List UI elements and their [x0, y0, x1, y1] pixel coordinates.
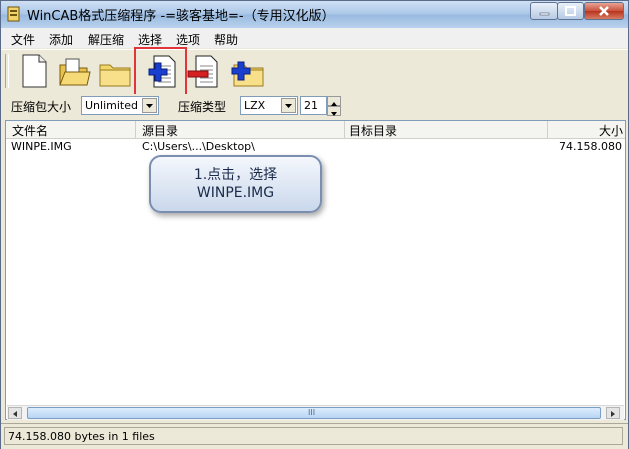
- toolbar: [1, 49, 628, 95]
- close-button[interactable]: [584, 2, 624, 20]
- menu-select[interactable]: 选择: [138, 31, 162, 48]
- compression-level-input[interactable]: 21: [300, 96, 327, 115]
- minimize-icon: [539, 12, 550, 16]
- extract-files-button[interactable]: [230, 53, 264, 89]
- menu-add[interactable]: 添加: [49, 31, 73, 48]
- compression-type-value: LZX: [244, 99, 266, 112]
- scroll-left-button[interactable]: [8, 407, 22, 419]
- scrollbar-grip: III: [308, 408, 316, 417]
- tutorial-callout: 1.点击，选择 WINPE.IMG: [149, 155, 322, 213]
- maximize-button[interactable]: [557, 2, 584, 20]
- arrow-down-icon: [331, 112, 337, 116]
- maximize-icon: [565, 6, 576, 16]
- compression-type-label: 压缩类型: [178, 100, 227, 114]
- chevron-down-icon: [146, 104, 153, 108]
- archive-size-label: 压缩包大小: [11, 100, 72, 114]
- row-size: 74.158.080: [559, 140, 622, 153]
- status-bar: 74.158.080 bytes in 1 files: [1, 423, 628, 449]
- options-bar: 压缩包大小 Unlimited 压缩类型 LZX 21: [1, 94, 628, 118]
- compression-level-value: 21: [304, 99, 318, 112]
- column-header-source[interactable]: 源目录: [136, 121, 345, 138]
- toolbar-grip[interactable]: [5, 54, 9, 88]
- delete-file-icon: [187, 55, 218, 88]
- status-panel: 74.158.080 bytes in 1 files: [4, 427, 623, 445]
- open-folder-icon: [59, 58, 91, 86]
- delete-files-button[interactable]: [187, 53, 221, 89]
- open-folder-button[interactable]: [98, 53, 132, 89]
- tutorial-highlight-box: [134, 47, 187, 97]
- row-source: C:\Users\...\Desktop\: [142, 140, 255, 153]
- scrollbar-thumb[interactable]: III: [27, 407, 601, 419]
- column-header-size-label: 大小: [598, 124, 623, 138]
- column-header-filename[interactable]: 文件名: [6, 121, 136, 138]
- compression-type-select[interactable]: LZX: [240, 96, 298, 115]
- title-bar[interactable]: WinCAB格式压缩程序 -=骇客基地=-（专用汉化版）: [1, 1, 628, 28]
- column-header-filename-label: 文件名: [12, 124, 49, 138]
- column-header-size[interactable]: 大小: [548, 121, 625, 138]
- compression-type-dropdown-button[interactable]: [281, 98, 296, 113]
- new-document-icon: [22, 54, 47, 88]
- status-text: 74.158.080 bytes in 1 files: [8, 430, 155, 443]
- column-header-target[interactable]: 目标目录: [345, 121, 548, 138]
- app-icon: [7, 6, 20, 22]
- app-window: WinCAB格式压缩程序 -=骇客基地=-（专用汉化版） 文件 添加 解压缩 选…: [0, 0, 629, 449]
- menu-file[interactable]: 文件: [11, 31, 35, 48]
- arrow-left-icon: [13, 411, 17, 417]
- column-header-target-label: 目标目录: [349, 124, 398, 138]
- archive-size-select[interactable]: Unlimited: [81, 96, 159, 115]
- window-title: WinCAB格式压缩程序 -=骇客基地=-（专用汉化版）: [27, 9, 335, 24]
- arrow-right-icon: [611, 411, 615, 417]
- row-filename: WINPE.IMG: [11, 140, 72, 153]
- archive-size-value: Unlimited: [85, 99, 138, 112]
- list-header: 文件名 源目录 目标目录 大小: [6, 121, 625, 139]
- column-header-source-label: 源目录: [142, 124, 179, 138]
- archive-size-dropdown-button[interactable]: [142, 98, 157, 113]
- open-archive-button[interactable]: [57, 53, 91, 89]
- folder-icon: [99, 64, 131, 87]
- level-spin-down-button[interactable]: [327, 106, 341, 116]
- horizontal-scrollbar[interactable]: III: [7, 405, 624, 420]
- new-archive-button[interactable]: [17, 53, 51, 89]
- callout-line-2: WINPE.IMG: [196, 185, 275, 201]
- table-row[interactable]: WINPE.IMG C:\Users\...\Desktop\ 74.158.0…: [6, 139, 625, 155]
- menu-bar: 文件 添加 解压缩 选择 选项 帮助: [1, 28, 628, 48]
- chevron-down-icon: [285, 104, 292, 108]
- level-spin-up-button[interactable]: [327, 96, 341, 106]
- menu-help[interactable]: 帮助: [214, 31, 238, 48]
- menu-extract[interactable]: 解压缩: [88, 31, 124, 48]
- menu-options[interactable]: 选项: [176, 31, 200, 48]
- close-icon: [599, 6, 609, 16]
- scroll-right-button[interactable]: [606, 407, 620, 419]
- folder-add-icon: [231, 61, 264, 87]
- minimize-button[interactable]: [530, 2, 558, 20]
- callout-line-1: 1.点击，选择: [193, 167, 278, 183]
